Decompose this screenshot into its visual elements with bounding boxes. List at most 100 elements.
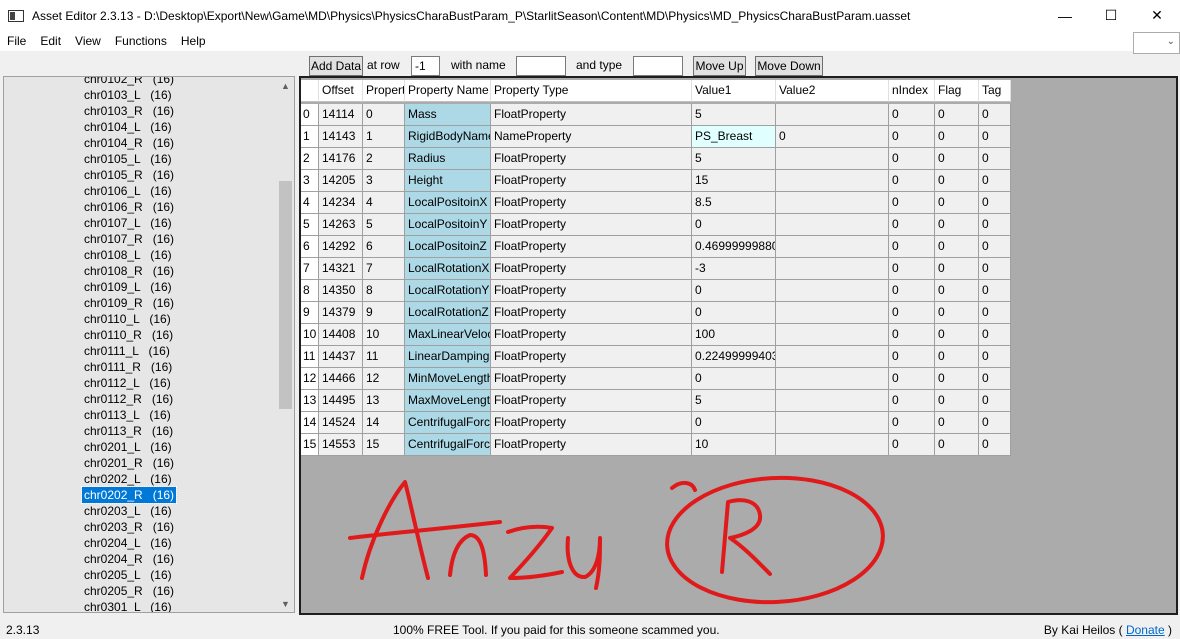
tree-item[interactable]: chr0205_L (16) (82, 567, 176, 583)
grid-cell-name[interactable]: Height (405, 170, 491, 192)
grid-cell-offset[interactable]: 14408 (319, 324, 363, 346)
grid-cell-index[interactable]: 10 (363, 324, 405, 346)
grid-cell-nindex[interactable]: 0 (889, 324, 935, 346)
grid-cell-value2[interactable] (776, 324, 889, 346)
grid-cell-name[interactable]: LocalPositoinX (405, 192, 491, 214)
grid-cell-index[interactable]: 1 (363, 126, 405, 148)
grid-cell-value2[interactable] (776, 280, 889, 302)
scroll-up-icon[interactable]: ▲ (277, 77, 294, 94)
tree-item[interactable]: chr0112_L (16) (82, 375, 176, 391)
grid-cell-type[interactable]: FloatProperty (491, 214, 692, 236)
grid-cell-tag[interactable]: 0 (979, 214, 1011, 236)
grid-cell-value1[interactable]: 0 (692, 214, 776, 236)
row-header[interactable]: 13 (301, 390, 319, 412)
tree-item[interactable]: chr0204_R (16) (82, 551, 176, 567)
column-header[interactable]: Property Type (491, 80, 692, 102)
grid-cell-index[interactable]: 11 (363, 346, 405, 368)
row-header[interactable]: 5 (301, 214, 319, 236)
grid-cell-flag[interactable]: 0 (935, 302, 979, 324)
grid-cell-value2[interactable] (776, 346, 889, 368)
grid-cell-nindex[interactable]: 0 (889, 170, 935, 192)
grid-cell-tag[interactable]: 0 (979, 236, 1011, 258)
grid-cell-value1[interactable]: PS_Breast (692, 126, 776, 148)
grid-cell-offset[interactable]: 14524 (319, 412, 363, 434)
row-header[interactable]: 12 (301, 368, 319, 390)
tree-item[interactable]: chr0203_R (16) (82, 519, 176, 535)
move-up-button[interactable]: Move Up (693, 56, 746, 76)
grid-cell-value1[interactable]: 0.469999998807907 (692, 236, 776, 258)
column-header[interactable]: Tag (979, 80, 1011, 102)
menu-file[interactable]: File (0, 34, 33, 48)
menu-edit[interactable]: Edit (33, 34, 68, 48)
grid-cell-tag[interactable]: 0 (979, 368, 1011, 390)
grid-cell-value1[interactable]: 0 (692, 412, 776, 434)
row-header[interactable]: 0 (301, 104, 319, 126)
grid-cell-flag[interactable]: 0 (935, 390, 979, 412)
grid-cell-value1[interactable]: 5 (692, 104, 776, 126)
grid-cell-value1[interactable]: 5 (692, 148, 776, 170)
grid-cell-nindex[interactable]: 0 (889, 390, 935, 412)
tree-item[interactable]: chr0110_R (16) (82, 327, 176, 343)
tree-item[interactable]: chr0105_L (16) (82, 151, 176, 167)
grid-cell-value1[interactable]: 0 (692, 302, 776, 324)
select-all-corner[interactable] (301, 80, 319, 102)
tree-item[interactable]: chr0111_L (16) (82, 343, 176, 359)
grid-cell-type[interactable]: FloatProperty (491, 434, 692, 456)
grid-cell-nindex[interactable]: 0 (889, 412, 935, 434)
grid-cell-nindex[interactable]: 0 (889, 368, 935, 390)
grid-cell-offset[interactable]: 14292 (319, 236, 363, 258)
grid-cell-tag[interactable]: 0 (979, 412, 1011, 434)
grid-cell-value1[interactable]: 15 (692, 170, 776, 192)
grid-cell-nindex[interactable]: 0 (889, 148, 935, 170)
grid-cell-offset[interactable]: 14205 (319, 170, 363, 192)
row-header[interactable]: 4 (301, 192, 319, 214)
property-grid[interactable]: OffsetProperty IndexProperty NamePropert… (299, 76, 1178, 615)
grid-cell-type[interactable]: FloatProperty (491, 258, 692, 280)
grid-cell-value2[interactable] (776, 170, 889, 192)
column-header[interactable]: Value2 (776, 80, 889, 102)
grid-cell-value2[interactable] (776, 236, 889, 258)
grid-cell-index[interactable]: 7 (363, 258, 405, 280)
grid-cell-flag[interactable]: 0 (935, 126, 979, 148)
tree-item[interactable]: chr0109_R (16) (82, 295, 176, 311)
table-row[interactable]: 141452414CentrifugalForcePowerFloatPrope… (301, 412, 1011, 434)
grid-cell-tag[interactable]: 0 (979, 324, 1011, 346)
grid-cell-name[interactable]: Mass (405, 104, 491, 126)
column-header[interactable]: Flag (935, 80, 979, 102)
grid-cell-nindex[interactable]: 0 (889, 192, 935, 214)
table-row[interactable]: 13 14495 13 MaxMoveLength FloatProperty 5 0 0 0 (301, 390, 1011, 412)
grid-cell-type[interactable]: FloatProperty (491, 368, 692, 390)
tree-item[interactable]: chr0201_L (16) (82, 439, 176, 455)
grid-cell-tag[interactable]: 0 (979, 170, 1011, 192)
table-row[interactable]: 101440810MaxLinearVelocityFloatProperty1… (301, 324, 1011, 346)
grid-cell-nindex[interactable]: 0 (889, 434, 935, 456)
grid-cell-index[interactable]: 8 (363, 280, 405, 302)
grid-cell-nindex[interactable]: 0 (889, 302, 935, 324)
scroll-thumb[interactable] (279, 181, 292, 409)
table-row[interactable]: 3 14205 3 Height FloatProperty 15 0 0 0 (301, 170, 1011, 192)
grid-cell-value2[interactable] (776, 104, 889, 126)
row-header[interactable]: 1 (301, 126, 319, 148)
menu-functions[interactable]: Functions (108, 34, 174, 48)
grid-cell-value2[interactable] (776, 214, 889, 236)
grid-cell-type[interactable]: FloatProperty (491, 192, 692, 214)
grid-cell-index[interactable]: 6 (363, 236, 405, 258)
grid-cell-index[interactable]: 15 (363, 434, 405, 456)
grid-cell-flag[interactable]: 0 (935, 368, 979, 390)
grid-cell-flag[interactable]: 0 (935, 280, 979, 302)
tree-item[interactable]: chr0105_R (16) (82, 167, 176, 183)
row-header[interactable]: 14 (301, 412, 319, 434)
tree-scrollbar[interactable]: ▲ ▼ (277, 77, 294, 612)
grid-cell-name[interactable]: LocalPositoinZ (405, 236, 491, 258)
table-row[interactable]: 11 14437 11 LinearDamping FloatProperty 0.224… (301, 346, 1011, 368)
grid-cell-index[interactable]: 13 (363, 390, 405, 412)
grid-cell-type[interactable]: NameProperty (491, 126, 692, 148)
column-header[interactable]: Offset (319, 80, 363, 102)
table-row[interactable]: 8 14350 8 LocalRotationY FloatProperty 0 0 0 0 (301, 280, 1011, 302)
grid-cell-tag[interactable]: 0 (979, 434, 1011, 456)
tree-item[interactable]: chr0107_R (16) (82, 231, 176, 247)
grid-cell-index[interactable]: 2 (363, 148, 405, 170)
type-input[interactable] (633, 56, 683, 76)
row-header[interactable]: 8 (301, 280, 319, 302)
grid-cell-offset[interactable]: 14114 (319, 104, 363, 126)
